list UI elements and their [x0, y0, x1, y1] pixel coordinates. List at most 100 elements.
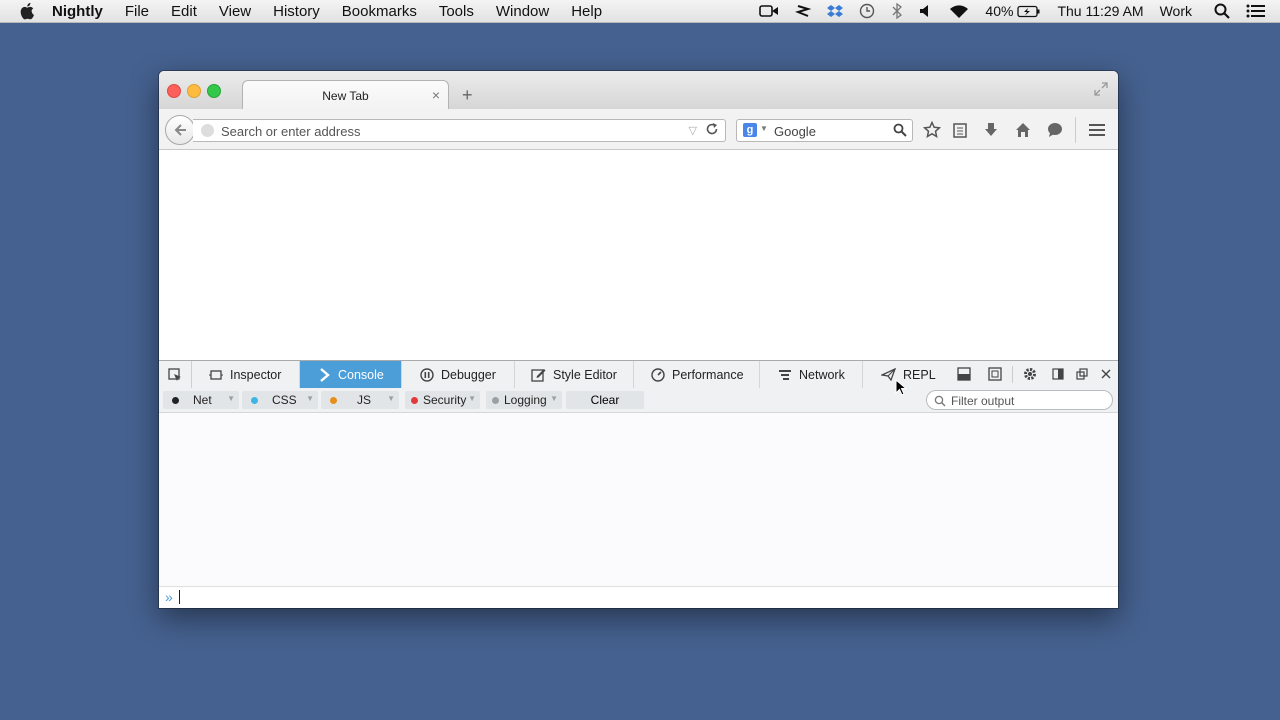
menu-window[interactable]: Window [496, 3, 549, 20]
clock[interactable]: Thu 11:29 AM [1057, 3, 1143, 19]
tab-style-editor-label: Style Editor [553, 367, 617, 382]
debugger-icon [420, 367, 434, 382]
css-dot-icon [251, 396, 258, 404]
volume-icon[interactable] [919, 4, 933, 18]
apple-icon[interactable] [18, 2, 38, 20]
title-bar[interactable]: New Tab × + [159, 71, 1118, 111]
style-editor-icon [531, 367, 546, 382]
new-tab-button[interactable]: + [462, 85, 473, 106]
settings-gear-icon[interactable] [1022, 366, 1038, 382]
bookmark-star-icon[interactable] [923, 121, 941, 139]
spotlight-search-icon[interactable] [1214, 3, 1230, 19]
filter-logging-button[interactable]: Logging ▼ [486, 391, 562, 409]
console-output[interactable] [159, 413, 1118, 587]
tab-performance-label: Performance [672, 367, 744, 382]
fullscreen-icon[interactable] [1094, 82, 1108, 101]
tab-console-label: Console [338, 367, 384, 382]
notification-center-icon[interactable] [1246, 3, 1266, 19]
repl-icon [881, 368, 896, 381]
site-identity-icon[interactable] [201, 124, 214, 137]
filter-output-input[interactable] [949, 391, 1103, 410]
logging-dot-icon [492, 396, 499, 404]
zoom-window-button[interactable] [207, 84, 221, 98]
url-input[interactable] [219, 121, 683, 141]
menu-nightly[interactable]: Nightly [52, 3, 103, 20]
console-filter-bar: Net ▼ CSS ▼ JS ▼ Security ▼ Logging ▼ Cl… [159, 388, 1118, 413]
battery-icon[interactable] [1017, 5, 1041, 18]
element-picker-button[interactable] [159, 361, 192, 388]
filter-logging-label: Logging [504, 393, 547, 407]
menu-history[interactable]: History [273, 3, 320, 20]
network-icon [778, 369, 792, 381]
undock-window-icon[interactable] [1074, 366, 1090, 382]
tab-console[interactable]: Console [300, 361, 402, 388]
hamburger-menu-icon[interactable] [1088, 121, 1106, 139]
downloads-icon[interactable] [982, 121, 1000, 139]
close-window-button[interactable] [167, 84, 181, 98]
home-icon[interactable] [1014, 121, 1032, 139]
console-prompt-icon: » [165, 589, 173, 605]
wifi-icon[interactable] [949, 4, 969, 19]
bluetooth-icon[interactable] [891, 3, 903, 19]
filter-net-button[interactable]: Net ▼ [163, 391, 239, 409]
menu-bookmarks[interactable]: Bookmarks [342, 3, 417, 20]
facetime-icon[interactable] [759, 4, 779, 18]
menu-view[interactable]: View [219, 3, 251, 20]
time-machine-icon[interactable] [859, 3, 875, 19]
chevron-down-icon[interactable]: ▼ [306, 394, 314, 403]
chat-icon[interactable] [1046, 121, 1064, 139]
tab-style-editor[interactable]: Style Editor [515, 361, 634, 388]
tab-close-icon[interactable]: × [432, 87, 440, 103]
search-bar[interactable]: g ▼ [736, 119, 913, 142]
responsive-design-icon[interactable] [987, 366, 1003, 382]
bookmarks-menu-icon[interactable] [951, 121, 969, 139]
split-console-icon[interactable] [956, 366, 972, 382]
menu-help[interactable]: Help [571, 3, 602, 20]
sync-icon[interactable] [795, 3, 812, 19]
google-logo-icon[interactable]: g [743, 123, 757, 137]
close-devtools-icon[interactable] [1098, 366, 1114, 382]
filter-security-label: Security [423, 393, 467, 407]
search-engine-dropdown-icon[interactable]: ▼ [760, 124, 768, 133]
page-content[interactable] [159, 150, 1118, 360]
filter-js-button[interactable]: JS ▼ [321, 391, 399, 409]
dock-side-icon[interactable] [1050, 366, 1066, 382]
menu-edit[interactable]: Edit [171, 3, 197, 20]
tab-new-tab[interactable]: New Tab × [242, 80, 449, 111]
url-bar[interactable]: ▽ [193, 119, 726, 142]
filter-output-field[interactable] [926, 390, 1113, 410]
back-arrow-icon [174, 124, 186, 136]
chevron-down-icon[interactable]: ▼ [550, 394, 558, 403]
browser-window: New Tab × + ▽ g ▼ [159, 71, 1118, 608]
filter-css-button[interactable]: CSS ▼ [242, 391, 318, 409]
menu-tools[interactable]: Tools [439, 3, 474, 20]
net-dot-icon [172, 396, 179, 404]
tab-network-label: Network [799, 367, 845, 382]
minimize-window-button[interactable] [187, 84, 201, 98]
tab-network[interactable]: Network [760, 361, 863, 388]
tab-debugger[interactable]: Debugger [402, 361, 515, 388]
chevron-down-icon[interactable]: ▼ [227, 394, 235, 403]
battery-percent: 40% [985, 3, 1014, 19]
menu-file[interactable]: File [125, 3, 149, 20]
tab-inspector[interactable]: Inspector [192, 361, 300, 388]
search-icon [934, 394, 946, 412]
back-button[interactable] [165, 115, 195, 145]
user-name[interactable]: Work [1160, 3, 1192, 19]
search-input[interactable] [772, 121, 888, 141]
console-input-line[interactable]: » [159, 587, 1118, 608]
filter-net-label: Net [193, 393, 212, 407]
url-history-dropdown-icon[interactable]: ▽ [689, 124, 697, 137]
chevron-down-icon[interactable]: ▼ [468, 394, 476, 403]
clear-button[interactable]: Clear [566, 391, 644, 409]
tab-performance[interactable]: Performance [634, 361, 760, 388]
filter-js-label: JS [357, 393, 372, 407]
console-icon [319, 367, 331, 382]
filter-security-button[interactable]: Security ▼ [405, 391, 480, 409]
tab-title: New Tab [322, 89, 369, 103]
dropbox-icon[interactable] [827, 3, 844, 19]
search-icon[interactable] [893, 123, 907, 142]
toolbar-separator [1075, 117, 1076, 143]
chevron-down-icon[interactable]: ▼ [387, 394, 395, 403]
reload-icon[interactable] [705, 122, 719, 139]
